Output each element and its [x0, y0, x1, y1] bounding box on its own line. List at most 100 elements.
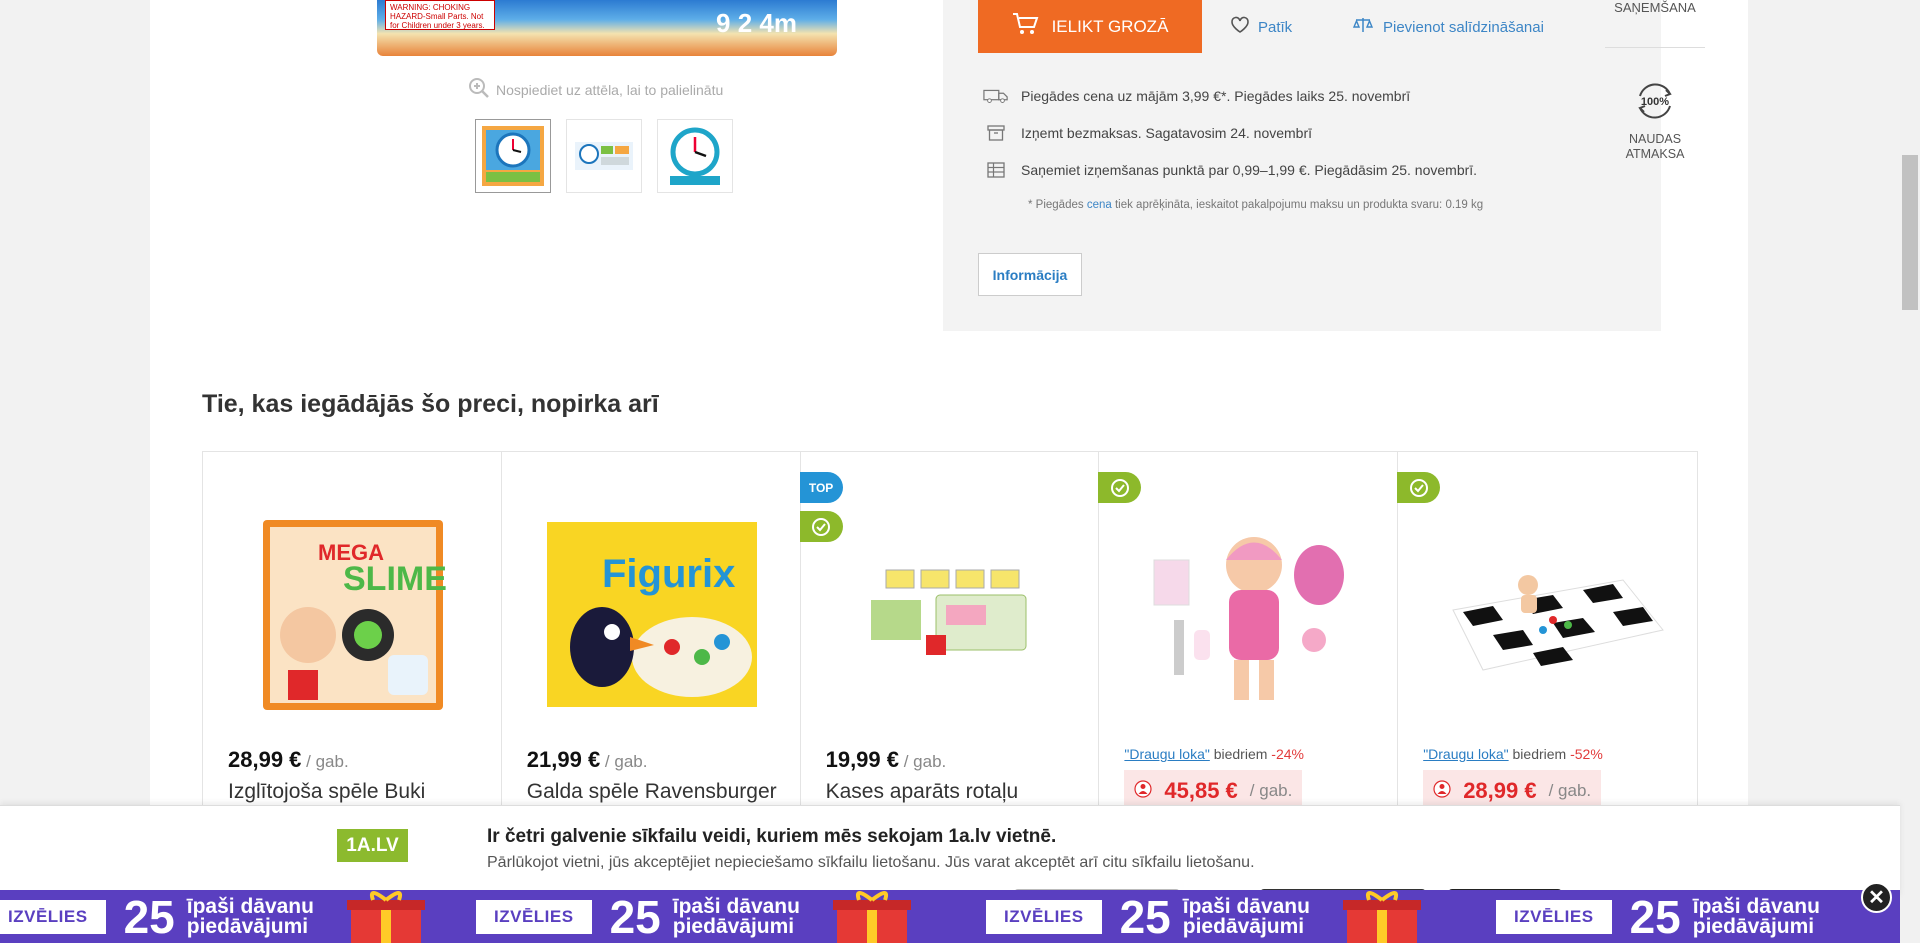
- product-image[interactable]: [821, 512, 1081, 717]
- box-icon: [983, 125, 1009, 141]
- promo-number: 25: [1629, 890, 1681, 943]
- truck-icon: [983, 88, 1009, 104]
- delivery-pickup-text: Izņemt bezmaksas. Sagatavosim 24. novemb…: [1021, 125, 1313, 141]
- price-value: 28,99 €: [1463, 778, 1537, 803]
- money-back-badge: 100% NAUDAS ATMAKSA: [1605, 78, 1705, 162]
- divider: [1605, 47, 1705, 48]
- compare-label: Pievienot salīdzināšanai: [1383, 18, 1544, 36]
- price-unit: / gab.: [1249, 781, 1293, 800]
- thumbnail-2[interactable]: [566, 119, 642, 193]
- delivery-pickup: Izņemt bezmaksas. Sagatavosim 24. novemb…: [983, 125, 1312, 141]
- product-card[interactable]: Figurix 21,99 € / gab. Galda spēle Raven…: [502, 452, 801, 852]
- pickup-label: SAŅEMŠANA: [1614, 0, 1696, 15]
- check-badge: [1397, 472, 1441, 503]
- price-link[interactable]: cena: [1087, 199, 1112, 211]
- price-unit: / gab.: [301, 752, 349, 771]
- promo-unit: IZVĒLIES 25 īpaši dāvanu piedāvājumi: [986, 890, 1425, 943]
- note-suffix: tiek aprēķināta, ieskaitot pakalpojumu m…: [1111, 199, 1484, 211]
- refund-icon: 100%: [1632, 78, 1678, 124]
- price-unit: / gab.: [899, 752, 947, 771]
- friends-link[interactable]: "Draugu loka": [1423, 746, 1508, 762]
- price-unit: / gab.: [1548, 781, 1592, 800]
- refund-line1: NAUDAS: [1628, 132, 1682, 146]
- member-icon: [1134, 779, 1152, 803]
- product-card[interactable]: "Draugu loka" biedriem -24% 45,85 € / ga…: [1098, 452, 1399, 852]
- delivery-note: * Piegādes cena tiek aprēķināta, ieskait…: [1028, 199, 1483, 211]
- image-numbers: 9 2 4m: [716, 8, 797, 38]
- section-title: Tie, kas iegādājās šo preci, nopirka arī: [202, 390, 659, 418]
- product-card[interactable]: "Draugu loka" biedriem -52% 28,99 € / ga…: [1397, 452, 1697, 852]
- like-link[interactable]: Patīk: [1230, 16, 1292, 38]
- add-to-cart-label: IELIKT GROZĀ: [1051, 16, 1169, 36]
- warning-label: WARNING: CHOKING HAZARD-Small Parts. Not…: [385, 0, 495, 30]
- add-to-cart-button[interactable]: IELIKT GROZĀ: [978, 0, 1202, 53]
- svg-text:Figurix: Figurix: [602, 552, 735, 596]
- cart-icon: [1012, 12, 1040, 41]
- check-badge: [1098, 472, 1142, 503]
- promo-title: īpaši dāvanu piedāvājumi: [186, 896, 337, 938]
- promo-chip: IZVĒLIES: [476, 899, 592, 934]
- refund-percent: 100%: [1641, 96, 1669, 108]
- price-value: 21,99 €: [526, 747, 601, 772]
- product-price: 19,99 € / gab.: [826, 747, 947, 773]
- promo-banner[interactable]: IZVĒLIES 25 īpaši dāvanu piedāvājumi IZVĒ…: [0, 890, 1900, 943]
- zoom-hint: Nospiediet uz attēla, lai to palielinātu: [468, 77, 723, 102]
- promo-number: 25: [123, 890, 175, 943]
- parcel-locker-icon: [983, 162, 1009, 178]
- promo-title-line2: piedāvājumi: [1182, 914, 1305, 938]
- promo-title-line2: piedāvājumi: [672, 914, 795, 938]
- scrollbar-thumb[interactable]: [1902, 155, 1918, 310]
- product-price: 21,99 € / gab.: [527, 747, 648, 773]
- product-card[interactable]: TOP 19,99 € / gab. Kases aparāts rotaļu: [799, 452, 1100, 852]
- promo-title-line2: piedāvājumi: [186, 914, 309, 938]
- promo-title-line2: piedāvājumi: [1692, 914, 1815, 938]
- friends-text: biedriem: [1209, 746, 1272, 762]
- promo-chip: IZVĒLIES: [1496, 899, 1612, 934]
- zoom-icon: [468, 77, 490, 102]
- zoom-hint-text: Nospiediet uz attēla, lai to palielinātu: [496, 81, 724, 98]
- close-promo-button[interactable]: ✕: [1861, 882, 1892, 913]
- gift-icon: [832, 891, 911, 943]
- friends-discount: "Draugu loka" biedriem -52%: [1423, 746, 1603, 762]
- page-scrollbar[interactable]: [1900, 0, 1920, 943]
- thumbnail-strip: [475, 119, 733, 193]
- check-icon: [1110, 478, 1129, 497]
- product-price: 28,99 € / gab.: [228, 747, 349, 773]
- delivery-locker: Saņemiet izņemšanas punktā par 0,99–1,99…: [983, 162, 1477, 178]
- discount-percent: -52%: [1570, 746, 1603, 762]
- cookie-banner: 1A.LV Ir četri galvenie sīkfailu veidi, …: [0, 805, 1900, 898]
- promo-number: 25: [1119, 890, 1171, 943]
- product-name[interactable]: Kases aparāts rotaļu: [826, 780, 1086, 804]
- member-icon: [1433, 779, 1451, 803]
- product-name[interactable]: Izglītojoša spēle Buki: [228, 780, 488, 804]
- main-product-image[interactable]: WARNING: CHOKING HAZARD-Small Parts. Not…: [377, 0, 837, 56]
- thumbnail-1[interactable]: [475, 119, 551, 193]
- top-badge: TOP: [799, 472, 843, 503]
- product-image[interactable]: [1418, 512, 1678, 717]
- product-image[interactable]: MEGA SLIME: [223, 512, 483, 717]
- compare-link[interactable]: Pievienot salīdzināšanai: [1352, 16, 1544, 38]
- product-image[interactable]: [1119, 512, 1379, 717]
- refund-line2: ATMAKSA: [1625, 147, 1685, 161]
- discount-percent: -24%: [1271, 746, 1304, 762]
- product-card[interactable]: MEGA SLIME 28,99 € / gab. Izglītojoša spē…: [203, 452, 502, 852]
- price-value: 45,85 €: [1164, 778, 1238, 803]
- thumbnail-3[interactable]: [657, 119, 733, 193]
- information-button[interactable]: Informācija: [978, 253, 1082, 296]
- delivery-home-text: Piegādes cena uz mājām 3,99 €*. Piegādes…: [1021, 88, 1411, 104]
- check-icon: [1409, 478, 1428, 497]
- promo-chip: IZVĒLIES: [0, 899, 106, 934]
- price-unit: / gab.: [600, 752, 648, 771]
- delivery-locker-text: Saņemiet izņemšanas punktā par 0,99–1,99…: [1021, 162, 1478, 178]
- like-label: Patīk: [1258, 18, 1293, 36]
- price-value: 28,99 €: [228, 747, 302, 772]
- heart-icon: [1230, 16, 1250, 38]
- friends-link[interactable]: "Draugu loka": [1124, 746, 1209, 762]
- cookie-description: Pārlūkojot vietni, jūs akceptējiet nepie…: [487, 854, 1255, 871]
- promo-unit: IZVĒLIES 25 īpaši dāvanu piedāvājumi: [476, 890, 915, 943]
- product-name[interactable]: Galda spēle Ravensburger: [527, 780, 787, 804]
- price-value: 19,99 €: [825, 747, 899, 772]
- promo-title: īpaši dāvanu piedāvājumi: [672, 896, 823, 938]
- product-image[interactable]: Figurix: [522, 512, 782, 717]
- promo-unit: IZVĒLIES 25 īpaši dāvanu piedāvājumi: [1496, 890, 1843, 943]
